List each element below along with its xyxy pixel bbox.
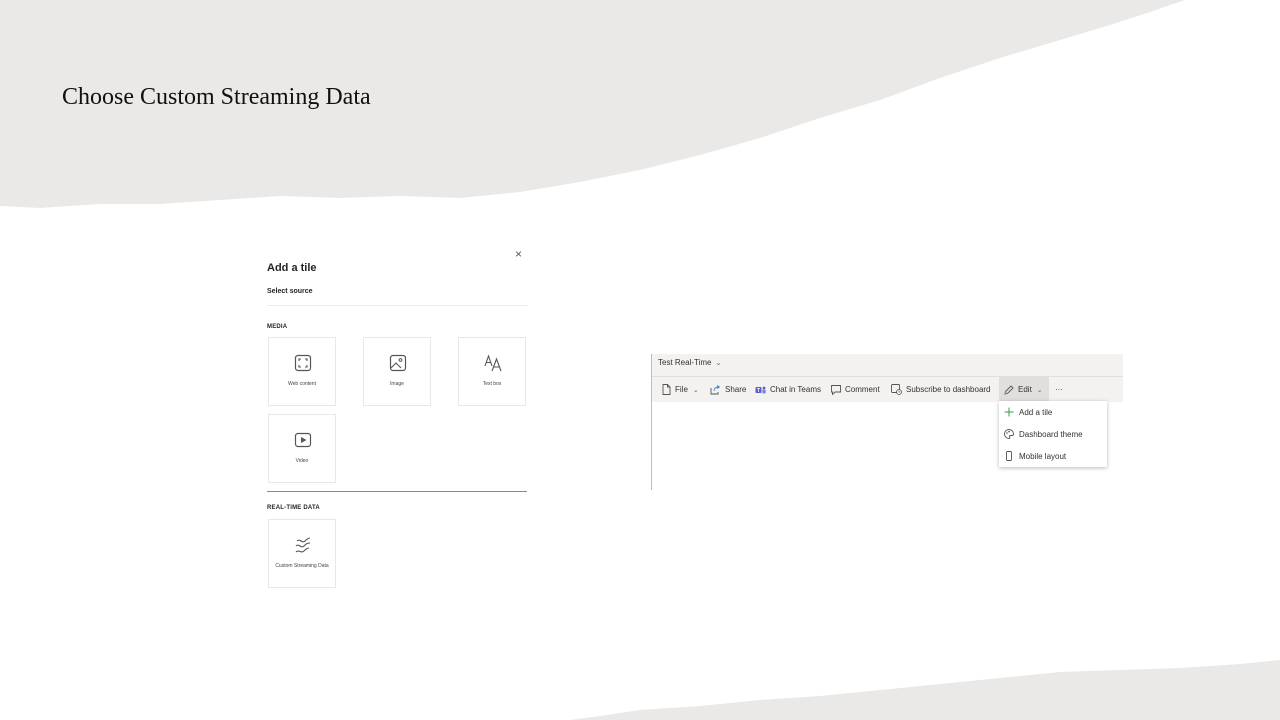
- subscribe-label: Subscribe to dashboard: [906, 385, 991, 394]
- video-icon: [294, 432, 312, 448]
- section-divider: [267, 491, 527, 492]
- dashboard-toolbar: File ⌄ Share T Chat in Teams Comment Sub…: [652, 376, 1123, 402]
- chat-in-teams-label: Chat in Teams: [770, 385, 821, 394]
- menu-item-label: Mobile layout: [1019, 451, 1067, 461]
- image-icon: [389, 354, 407, 372]
- dashboard-name-dropdown[interactable]: Test Real-Time ⌄: [658, 358, 721, 367]
- share-icon: [710, 384, 721, 394]
- add-tile-panel: × Add a tile Select source MEDIA Web con…: [262, 244, 534, 594]
- more-options-button[interactable]: ···: [1055, 383, 1063, 396]
- plus-icon: [1004, 407, 1014, 417]
- menu-item-dashboard-theme[interactable]: Dashboard theme: [999, 424, 1107, 444]
- palette-icon: [1004, 429, 1014, 439]
- close-button[interactable]: ×: [515, 248, 522, 260]
- chevron-down-icon: ⌄: [715, 360, 722, 367]
- chevron-down-icon: ⌄: [1036, 386, 1043, 394]
- menu-item-mobile-layout[interactable]: Mobile layout: [999, 446, 1107, 466]
- section-label-media: MEDIA: [267, 324, 288, 330]
- dashboard-screenshot: Test Real-Time ⌄ File ⌄ Share T Chat in T…: [651, 354, 1123, 490]
- panel-subtitle: Select source: [267, 288, 313, 295]
- chevron-down-icon: ⌄: [692, 386, 699, 394]
- tile-text-box[interactable]: Text box: [458, 337, 526, 406]
- menu-item-label: Dashboard theme: [1019, 429, 1083, 439]
- comment-button[interactable]: Comment: [831, 383, 880, 396]
- edit-label: Edit: [1018, 385, 1032, 394]
- text-box-icon: [484, 354, 502, 372]
- file-label: File: [675, 385, 688, 394]
- streaming-data-icon: [295, 537, 311, 553]
- tile-image[interactable]: Image: [363, 337, 431, 406]
- more-icon: ···: [1055, 385, 1063, 394]
- web-content-icon: [294, 354, 312, 372]
- menu-item-add-a-tile[interactable]: Add a tile: [999, 402, 1107, 422]
- subscribe-icon: [891, 384, 902, 395]
- divider: [267, 305, 528, 306]
- panel-title: Add a tile: [267, 262, 317, 274]
- teams-icon: T: [755, 386, 766, 394]
- edit-button[interactable]: Edit ⌄: [1004, 383, 1043, 396]
- subscribe-button[interactable]: Subscribe to dashboard: [891, 383, 991, 396]
- phone-icon: [1006, 451, 1012, 461]
- comment-icon: [831, 384, 841, 395]
- file-icon: [662, 384, 671, 395]
- tile-custom-streaming-data[interactable]: Custom Streaming Data: [268, 519, 336, 588]
- tile-label: Image: [390, 381, 404, 387]
- dashboard-header: Test Real-Time ⌄: [652, 354, 1123, 376]
- section-label-realtime: REAL-TIME DATA: [267, 505, 320, 511]
- tile-video[interactable]: Video: [268, 414, 336, 483]
- tile-label: Text box: [482, 381, 502, 387]
- tile-label: Custom Streaming Data: [275, 563, 329, 569]
- tile-label: Web content: [288, 381, 316, 387]
- share-button[interactable]: Share: [710, 383, 746, 396]
- chat-in-teams-button[interactable]: T Chat in Teams: [755, 383, 821, 396]
- bottom-torn-band: [570, 660, 1280, 720]
- menu-item-label: Add a tile: [1019, 407, 1053, 417]
- slide-title: Choose Custom Streaming Data: [62, 84, 371, 110]
- svg-text:T: T: [757, 388, 760, 394]
- tile-web-content[interactable]: Web content: [268, 337, 336, 406]
- dashboard-name: Test Real-Time: [658, 358, 712, 367]
- pencil-icon: [1004, 384, 1014, 395]
- file-menu-button[interactable]: File ⌄: [662, 383, 699, 396]
- tile-label: Video: [295, 458, 309, 464]
- comment-label: Comment: [845, 385, 880, 394]
- share-label: Share: [725, 385, 747, 394]
- edit-dropdown-menu: Add a tile Dashboard theme Mobile layout: [999, 401, 1107, 467]
